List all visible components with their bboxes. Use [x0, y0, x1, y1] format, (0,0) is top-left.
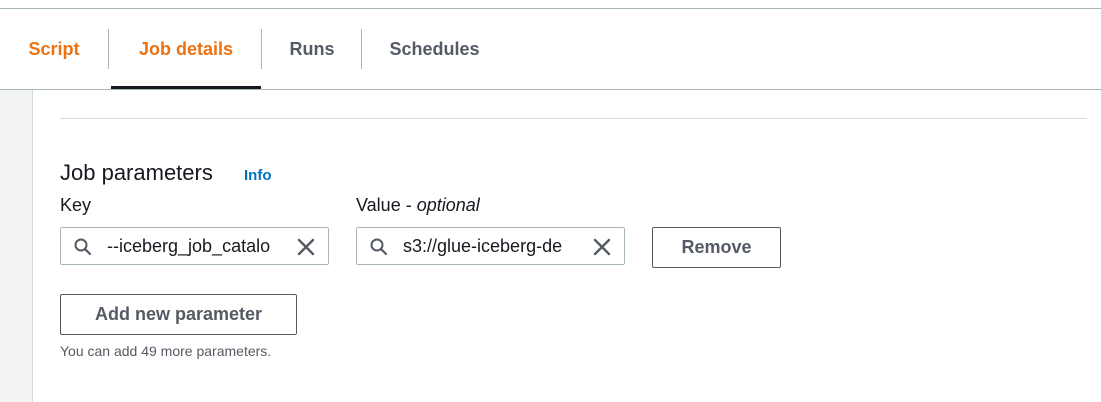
left-gutter-border: [32, 90, 33, 402]
value-label-optional: optional: [416, 195, 480, 215]
clear-icon[interactable]: [296, 237, 316, 257]
add-new-parameter-button[interactable]: Add new parameter: [60, 294, 297, 335]
value-input-value: s3://glue-iceberg-de: [403, 236, 563, 256]
key-input[interactable]: --iceberg_job_catalo: [60, 227, 329, 265]
value-label-text: Value -: [356, 195, 417, 215]
tab-schedules[interactable]: Schedules: [362, 9, 507, 89]
value-input[interactable]: s3://glue-iceberg-de: [356, 227, 625, 265]
tab-schedules-label: Schedules: [389, 38, 480, 59]
clear-icon[interactable]: [592, 237, 612, 257]
tab-runs-label: Runs: [289, 38, 335, 59]
key-label: Key: [60, 195, 92, 215]
tab-script[interactable]: Script: [0, 9, 108, 89]
value-label: Value - optional: [356, 195, 480, 216]
tab-separator: [108, 29, 109, 69]
parameters-remaining-hint: You can add 49 more parameters.: [60, 343, 272, 359]
tab-script-label: Script: [28, 38, 80, 59]
tab-job-details[interactable]: Job details: [111, 9, 261, 89]
remove-button[interactable]: Remove: [652, 227, 781, 268]
tab-runs[interactable]: Runs: [262, 9, 362, 89]
tab-bar-bottom-border: [0, 89, 1101, 90]
left-gutter: [0, 90, 32, 402]
tab-job-details-label: Job details: [138, 38, 234, 59]
tab-bar: Script Job details Runs Schedules: [0, 9, 1101, 89]
job-parameters-heading: Job parameters: [60, 160, 213, 185]
section-divider: [60, 118, 1087, 119]
search-icon: [74, 238, 92, 256]
info-link[interactable]: Info: [244, 167, 272, 184]
search-icon: [370, 238, 388, 256]
key-input-value: --iceberg_job_catalo: [107, 236, 271, 256]
